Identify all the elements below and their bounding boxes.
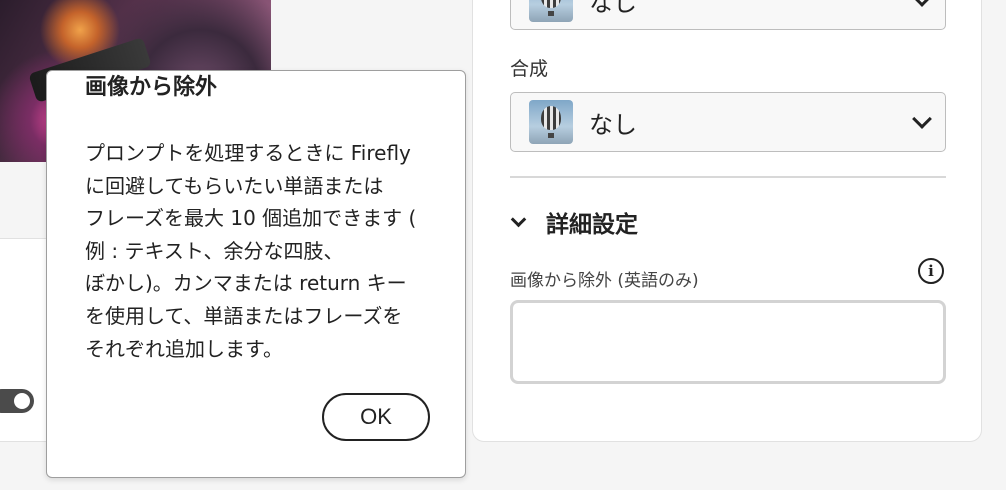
- advanced-settings-title: 詳細設定: [546, 212, 638, 238]
- composite-label: 合成: [510, 58, 549, 80]
- composite-select-value: なし: [589, 110, 637, 139]
- popover-line: プロンプトを処理するときに Firefly: [85, 141, 411, 165]
- popover-title: 画像から除外: [85, 75, 218, 100]
- popover-line: 例 : テキスト、余分な四肢、: [85, 238, 344, 263]
- advanced-settings-toggle[interactable]: 詳細設定: [510, 205, 638, 239]
- section-divider: [510, 176, 946, 178]
- hot-air-balloon-icon: [529, 0, 573, 22]
- popover-line: に回避してもらいたい単語または: [85, 173, 384, 198]
- exclude-from-image-label: 画像から除外 (英語のみ): [510, 271, 699, 291]
- ok-button[interactable]: OK: [322, 393, 430, 441]
- settings-panel: なし 合成 なし 詳細設定 画像から除外 (英語のみ) i: [472, 0, 982, 442]
- composite-select[interactable]: なし: [510, 92, 946, 152]
- hot-air-balloon-icon: [529, 100, 573, 144]
- popover-line: それぞれ追加します。: [85, 336, 283, 361]
- chevron-down-icon: [912, 0, 932, 7]
- info-popover: 画像から除外 プロンプトを処理するときに Firefly に回避してもらいたい単…: [46, 70, 466, 478]
- exclude-from-image-input[interactable]: [510, 300, 946, 384]
- popover-line: フレーズを最大 10 個追加できます (: [85, 206, 417, 231]
- popover-line: を使用して、単語またはフレーズを: [85, 303, 403, 328]
- toggle-switch[interactable]: [0, 389, 34, 413]
- style-select[interactable]: なし: [510, 0, 946, 30]
- chevron-down-icon: [510, 211, 527, 227]
- popover-body: プロンプトを処理するときに Firefly に回避してもらいたい単語または フレ…: [85, 137, 435, 365]
- info-icon[interactable]: i: [918, 258, 944, 284]
- page: なし 合成 なし 詳細設定 画像から除外 (英語のみ) i 画像から除外 プロン…: [0, 0, 1006, 490]
- style-select-value: なし: [589, 0, 637, 17]
- popover-line: ぼかし)。カンマまたは return キー: [85, 271, 407, 296]
- chevron-down-icon: [912, 109, 932, 129]
